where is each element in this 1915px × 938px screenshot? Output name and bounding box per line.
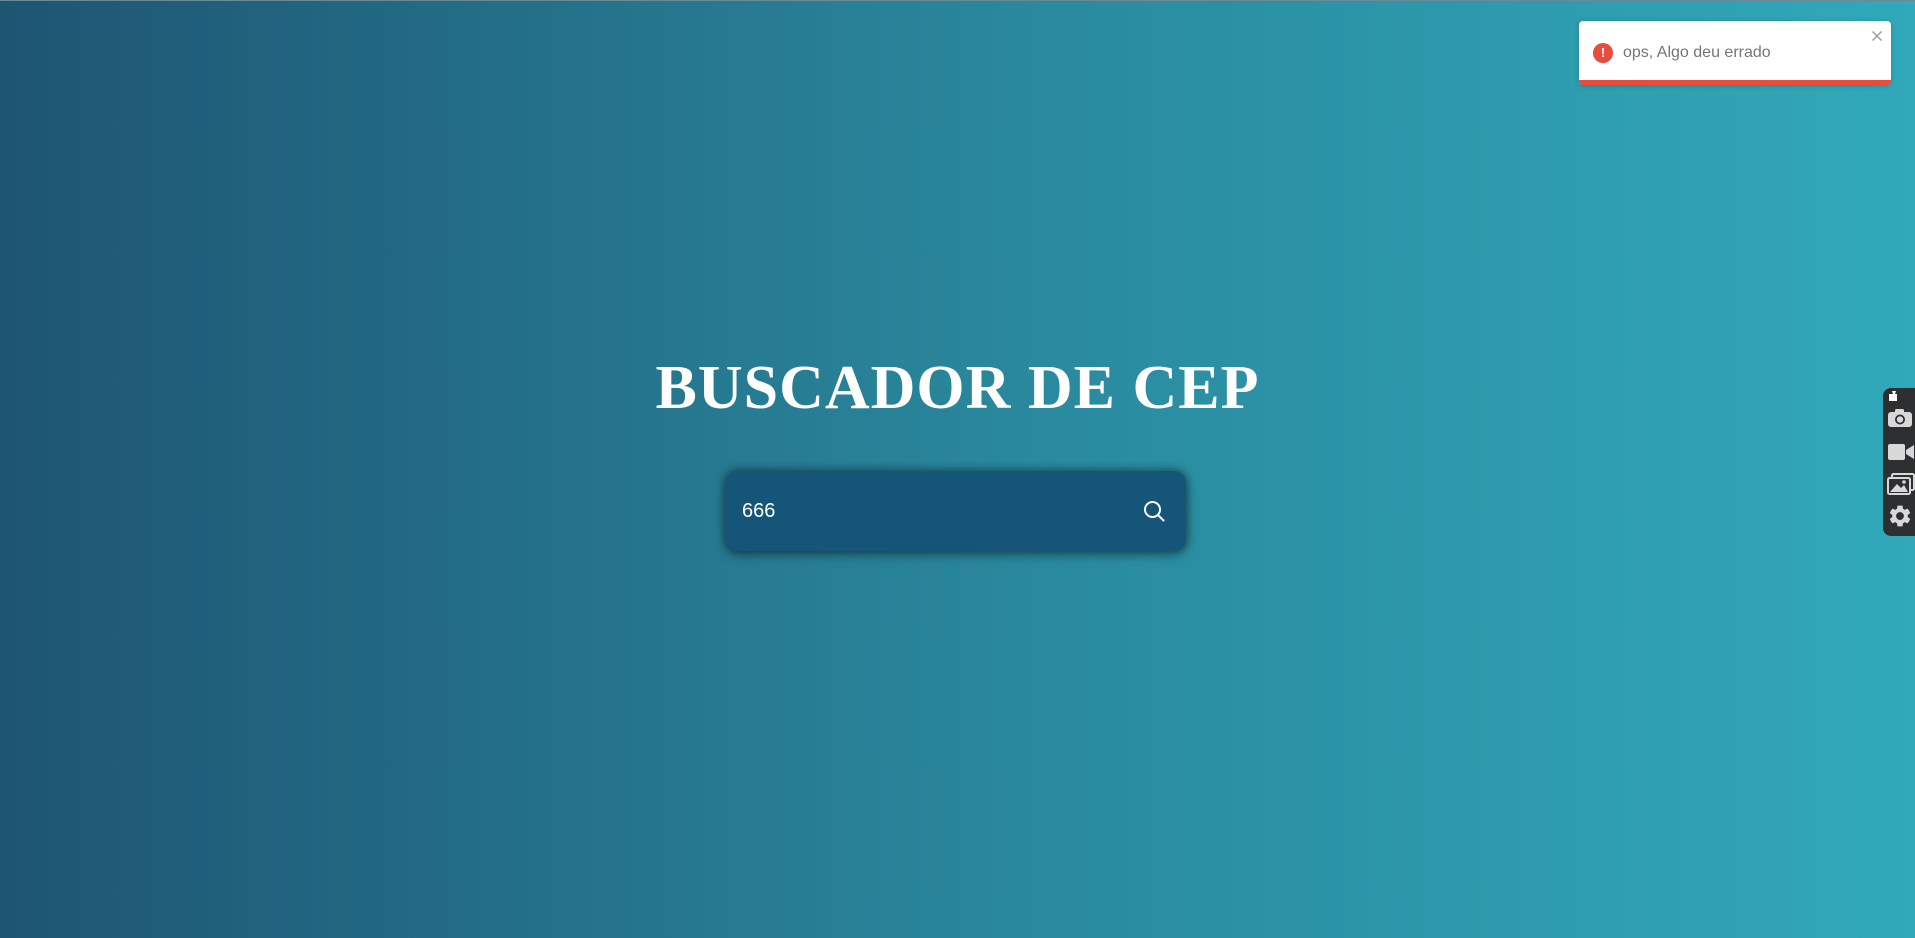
- close-icon: [1871, 30, 1883, 42]
- pin-button[interactable]: [1887, 390, 1915, 404]
- search-form: [726, 471, 1186, 551]
- error-toast: ! ops, Algo deu errado: [1579, 21, 1891, 85]
- capture-screenshot-button[interactable]: [1887, 406, 1915, 430]
- video-icon: [1888, 444, 1914, 460]
- settings-button[interactable]: [1887, 504, 1915, 528]
- main-content: BUSCADOR DE CEP: [0, 0, 1915, 938]
- cep-search-input[interactable]: [742, 493, 1122, 529]
- gallery-button[interactable]: [1887, 472, 1915, 496]
- toast-close-button[interactable]: [1869, 28, 1885, 44]
- pin-icon: [1889, 391, 1897, 401]
- camera-icon: [1888, 409, 1912, 427]
- search-button[interactable]: [1138, 495, 1170, 527]
- page-title: BUSCADOR DE CEP: [655, 354, 1260, 422]
- toast-message: ops, Algo deu errado: [1623, 44, 1771, 61]
- record-video-button[interactable]: [1887, 440, 1915, 464]
- error-icon: !: [1593, 43, 1613, 63]
- gallery-icon: [1887, 473, 1915, 495]
- search-icon: [1144, 501, 1165, 522]
- screenshot-extension-toolbar: [1883, 388, 1915, 536]
- gear-icon: [1889, 505, 1911, 527]
- toast-progress-bar: [1579, 80, 1891, 85]
